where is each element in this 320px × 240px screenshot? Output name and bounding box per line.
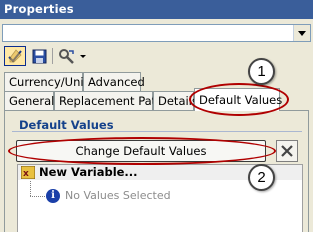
group-label: Default Values	[19, 118, 114, 132]
save-icon[interactable]	[29, 46, 49, 66]
variable-icon: x	[20, 165, 36, 180]
check-edit-icon[interactable]	[4, 46, 26, 66]
object-select-dropdown[interactable]	[2, 24, 311, 42]
title-bar: Properties	[0, 0, 313, 19]
toolbar-separator	[52, 48, 53, 64]
info-icon: i	[46, 189, 60, 203]
change-default-values-button[interactable]: Change Default Values	[16, 140, 266, 162]
delete-button[interactable]	[276, 140, 298, 162]
toolbar	[2, 44, 102, 68]
window-title: Properties	[4, 2, 74, 16]
tree-child-label: No Values Selected	[65, 189, 171, 202]
tree-connector	[30, 196, 45, 197]
chevron-down-icon[interactable]	[293, 25, 310, 41]
tab-replacement-path[interactable]: Replacement Path	[54, 91, 163, 110]
tools-dropdown-icon[interactable]	[56, 46, 90, 66]
svg-text:x: x	[23, 169, 29, 179]
callout-number-1: 1	[248, 58, 275, 85]
close-icon	[281, 145, 293, 157]
group-divider	[12, 131, 302, 132]
tab-default-values[interactable]: Default Values	[194, 88, 282, 111]
callout-number-2: 2	[248, 164, 275, 191]
tab-general[interactable]: General	[4, 91, 54, 110]
tab-details[interactable]: Details	[153, 91, 198, 110]
tab-currency-unit[interactable]: Currency/Unit	[4, 72, 88, 91]
tab-advanced[interactable]: Advanced	[83, 72, 145, 91]
tree-root-label: New Variable...	[39, 165, 138, 179]
tree-connector	[30, 181, 31, 196]
